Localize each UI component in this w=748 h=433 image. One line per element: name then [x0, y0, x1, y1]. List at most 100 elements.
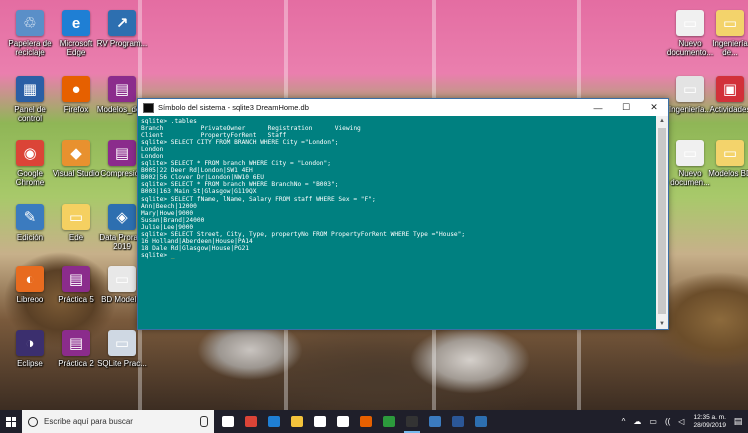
taskbar-search-box[interactable]: Escribe aquí para buscar: [22, 410, 214, 433]
console-line: B005|22 Deer Rd|London|SW1 4EH: [141, 167, 253, 175]
desktop-shortcut[interactable]: ▭ Ede: [50, 204, 102, 251]
shortcut-icon: ◐: [16, 266, 44, 292]
shortcut-icon: ▭: [716, 10, 744, 36]
console-line: Julie|Lee|9000: [141, 223, 194, 231]
desktop-shortcut[interactable]: ● Firefox: [50, 76, 102, 123]
scroll-thumb[interactable]: [658, 128, 666, 314]
shortcut-label: Ede: [68, 233, 84, 242]
cmd-icon: [405, 416, 418, 427]
edge-icon: [267, 416, 280, 427]
shortcut-label: Edición: [16, 233, 44, 242]
shortcut-icon: ✎: [16, 204, 44, 230]
desktop-shortcut[interactable]: ◆ Visual Studio: [50, 140, 102, 187]
onedrive-icon[interactable]: ☁: [633, 417, 641, 426]
desktop-shortcut[interactable]: ◐ Libreoo: [4, 266, 56, 313]
window-titlebar[interactable]: Símbolo del sistema - sqlite3 DreamHome.…: [138, 99, 668, 116]
shortcut-icon: ▦: [16, 76, 44, 102]
taskbar-explorer-button[interactable]: [287, 410, 307, 433]
shortcut-icon: ◆: [62, 140, 90, 166]
project-icon: [382, 416, 395, 427]
taskbar-edge-button[interactable]: [264, 410, 284, 433]
console-line: Mary|Howe|9000: [141, 209, 194, 217]
taskbar-word-button[interactable]: [448, 410, 468, 433]
taskbar-app-button[interactable]: [425, 410, 445, 433]
minimize-button[interactable]: —: [584, 99, 612, 116]
desktop-shortcut[interactable]: ✎ Edición: [4, 204, 56, 251]
shortcut-label: Actividades: [709, 105, 748, 114]
shortcut-icon: ▣: [716, 76, 744, 102]
shortcut-icon: e: [62, 10, 90, 36]
console-line: Ann|Beech|12000: [141, 202, 197, 210]
shortcut-icon: ◑: [16, 330, 44, 356]
shortcut-label: RV Program...: [96, 39, 148, 48]
desktop: ♲ Papelera de reciclaje e Microsoft Edge ↗ RV…: [0, 0, 748, 410]
shortcut-label: Visual Studio: [52, 169, 100, 178]
search-placeholder: Escribe aquí para buscar: [44, 417, 133, 426]
store-icon: [313, 416, 326, 427]
start-button[interactable]: [0, 410, 22, 433]
shortcut-label: Microsoft Edge: [59, 39, 93, 57]
console-line: 18 Dale Rd|Glasgow|House|PG21: [141, 244, 250, 252]
desktop-shortcut[interactable]: ◉ Google Chrome: [4, 140, 56, 187]
console-line: sqlite> SELECT fName, lName, Salary FROM…: [141, 195, 376, 203]
desktop-shortcut[interactable]: ▤ Práctica 5: [50, 266, 102, 313]
taskbar-mail-button[interactable]: [333, 410, 353, 433]
shortcut-label: Ingeniería de...: [712, 39, 748, 57]
shortcut-label: Firefox: [63, 105, 89, 114]
shortcut-label: Práctica 2: [58, 359, 94, 368]
command-prompt-window[interactable]: Símbolo del sistema - sqlite3 DreamHome.…: [137, 98, 669, 330]
shortcut-icon: ▤: [108, 76, 136, 102]
mail-icon: [336, 416, 349, 427]
close-button[interactable]: ✕: [640, 99, 668, 116]
desktop-shortcut[interactable]: e Microsoft Edge: [50, 10, 102, 57]
maximize-button[interactable]: ☐: [612, 99, 640, 116]
taskbar-project-button[interactable]: [379, 410, 399, 433]
shortcut-icon: ▭: [676, 76, 704, 102]
taskbar-store-button[interactable]: [310, 410, 330, 433]
microphone-icon[interactable]: [200, 416, 208, 427]
console-line: sqlite> SELECT CITY FROM BRANCH WHERE Ci…: [141, 139, 339, 147]
desktop-shortcut[interactable]: ▦ Panel de control: [4, 76, 56, 123]
taskbar-firefox-button[interactable]: [356, 410, 376, 433]
console-line: Branch PrivateOwner Registration Viewing: [141, 125, 361, 133]
console-line: 16 Holland|Aberdeen|House|PA14: [141, 237, 253, 245]
network-icon[interactable]: ((: [665, 417, 670, 426]
shortcut-icon: ◈: [108, 204, 136, 230]
console-line: B003|163 Main St|Glasgow|G119QX: [141, 188, 257, 196]
shortcut-label: Modelos BD: [708, 169, 748, 178]
explorer-icon: [290, 416, 303, 427]
desktop-shortcut[interactable]: ♲ Papelera de reciclaje: [4, 10, 56, 57]
taskbar-photos-button[interactable]: [471, 410, 491, 433]
console-line: Client PropertyForRent Staff: [141, 132, 287, 140]
desktop-shortcut[interactable]: ◑ Eclipse: [4, 330, 56, 377]
volume-icon[interactable]: ◁: [678, 417, 684, 426]
vertical-scrollbar[interactable]: ▲ ▼: [656, 116, 668, 329]
console-line: sqlite> SELECT Street, City, Type, prope…: [141, 230, 466, 238]
show-hidden-icons-icon[interactable]: ^: [622, 417, 626, 426]
system-tray: ^ ☁ ▭ (( ◁ 12:35 a. m. 28/09/2019 ▤: [618, 410, 748, 433]
shortcut-icon: ●: [62, 76, 90, 102]
desktop-shortcut[interactable]: ▤ Práctica 2: [50, 330, 102, 377]
taskbar-task-view-button[interactable]: [218, 410, 238, 433]
desktop-shortcut[interactable]: ↗ RV Program...: [96, 10, 148, 57]
scroll-up-arrow-icon[interactable]: ▲: [656, 116, 668, 126]
word-icon: [451, 416, 464, 427]
scroll-down-arrow-icon[interactable]: ▼: [656, 319, 668, 329]
battery-icon[interactable]: ▭: [649, 417, 657, 426]
taskbar-chrome-button[interactable]: [241, 410, 261, 433]
desktop-shortcut[interactable]: ▭ SQLite Prac...: [96, 330, 148, 377]
console-output[interactable]: sqlite> .tables Branch PrivateOwner Regis…: [138, 116, 656, 329]
console-line: London: [141, 146, 164, 154]
shortcut-icon: ▤: [62, 266, 90, 292]
app-icon: [428, 416, 441, 427]
desktop-shortcut[interactable]: ▭ Ingeniería de...: [704, 10, 748, 57]
chrome-icon: [244, 416, 257, 427]
action-center-icon[interactable]: ▤: [731, 410, 745, 433]
desktop-shortcut[interactable]: ▣ Actividades: [704, 76, 748, 123]
desktop-shortcut[interactable]: ▭ Modelos BD: [704, 140, 748, 187]
text-cursor: _: [170, 251, 175, 259]
clock-date: 28/09/2019: [693, 421, 726, 429]
taskbar-cmd-button[interactable]: [402, 410, 422, 433]
clock[interactable]: 12:35 a. m. 28/09/2019: [693, 414, 726, 430]
shortcut-label: Panel de control: [14, 105, 46, 123]
